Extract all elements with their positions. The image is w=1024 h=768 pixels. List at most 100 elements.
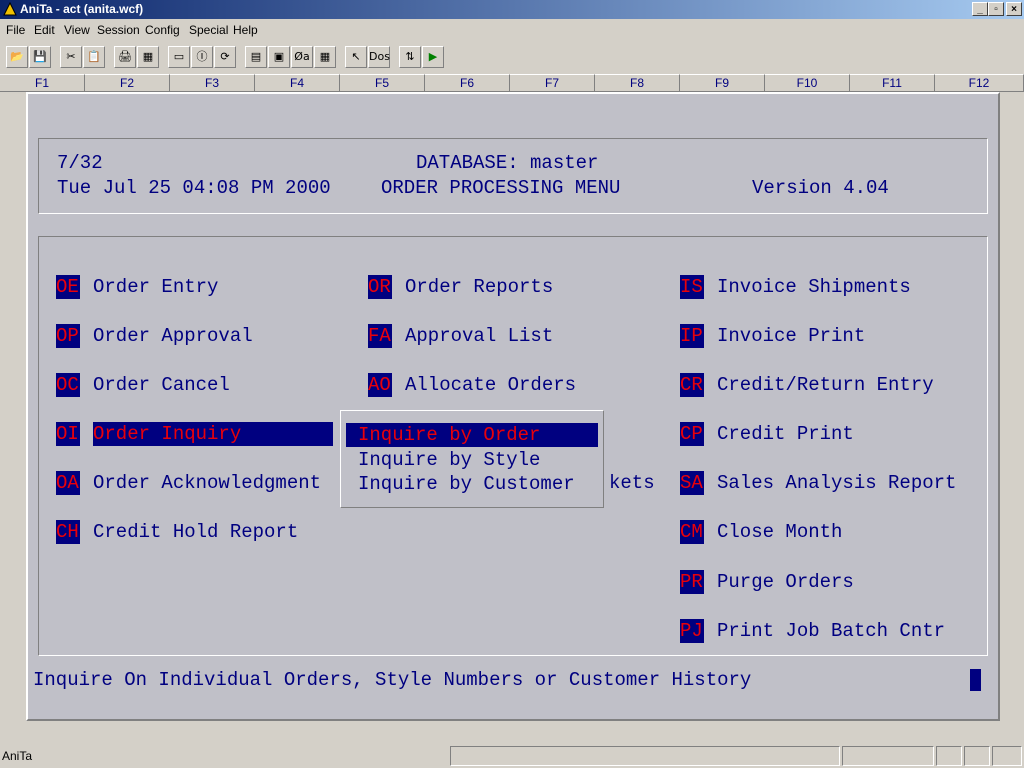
status-panel [450, 746, 840, 766]
menu-label: Order Acknowledgment [93, 472, 322, 494]
fkey-f11[interactable]: F11 [850, 74, 935, 92]
menu-label: Invoice Print [717, 325, 866, 347]
menu-label: Credit/Return Entry [717, 374, 934, 396]
menu-title: ORDER PROCESSING MENU [381, 177, 621, 199]
menu-code: OI [56, 422, 80, 446]
header-box [38, 138, 988, 214]
text-cursor [970, 669, 981, 691]
datetime: Tue Jul 25 04:08 PM 2000 [57, 177, 331, 199]
menu-bar: File Edit View Session Config Special He… [0, 19, 1024, 40]
function-key-bar: F1 F2 F3 F4 F5 F6 F7 F8 F9 F10 F11 F12 [0, 74, 1024, 92]
transfer-icon[interactable]: ⇅ [399, 46, 421, 68]
menu-code: CP [680, 422, 704, 446]
menu-label: Order Reports [405, 276, 554, 298]
toolbar: 📂 💾 ✂ 📋 🖨 ▦ ▭ Ⓘ ⟳ ▤ ▣ Øa ▦ ↖ Dos ⇅ ▶ [0, 42, 1024, 72]
menu-code: OR [368, 275, 392, 299]
menu-code: AO [368, 373, 392, 397]
status-panel [964, 746, 990, 766]
menu-code: PR [680, 570, 704, 594]
menu-special[interactable]: Special [189, 23, 228, 37]
fkey-f7[interactable]: F7 [510, 74, 595, 92]
fkey-f2[interactable]: F2 [85, 74, 170, 92]
window-icon[interactable]: ▭ [168, 46, 190, 68]
menu-label: Allocate Orders [405, 374, 577, 396]
fkey-f5[interactable]: F5 [340, 74, 425, 92]
fkey-f12[interactable]: F12 [935, 74, 1024, 92]
menu-label: Print Job Batch Cntr [717, 620, 946, 642]
menu-code: OE [56, 275, 80, 299]
paste-icon[interactable]: 📋 [83, 46, 105, 68]
menu-code: IP [680, 324, 704, 348]
dos-icon[interactable]: Dos [368, 46, 390, 68]
version-label: Version 4.04 [752, 177, 889, 199]
print-setup-icon[interactable]: ▦ [137, 46, 159, 68]
status-bar: AniTa [0, 746, 1024, 768]
keyboard-icon[interactable]: ▦ [314, 46, 336, 68]
menu-label: Order Cancel [93, 374, 230, 396]
menu-config[interactable]: Config [145, 23, 180, 37]
fkey-f6[interactable]: F6 [425, 74, 510, 92]
menu-label: Sales Analysis Report [717, 472, 957, 494]
submenu-item-inquire-by-style[interactable]: Inquire by Style [358, 448, 540, 472]
fkey-f4[interactable]: F4 [255, 74, 340, 92]
menu-session[interactable]: Session [97, 23, 140, 37]
fkey-f3[interactable]: F3 [170, 74, 255, 92]
menu-help[interactable]: Help [233, 23, 258, 37]
open-icon[interactable]: 📂 [6, 46, 28, 68]
anita-app-icon [3, 2, 17, 16]
cut-icon[interactable]: ✂ [60, 46, 82, 68]
inquiry-submenu: Inquire by Order Inquire by Style Inquir… [340, 410, 604, 508]
run-icon[interactable]: ▶ [422, 46, 444, 68]
help-pointer-icon[interactable]: ↖ [345, 46, 367, 68]
menu-edit[interactable]: Edit [34, 23, 55, 37]
menu-code: SA [680, 471, 704, 495]
menu-label: Approval List [405, 325, 554, 347]
menu-code: CR [680, 373, 704, 397]
menu-label: Credit Print [717, 423, 854, 445]
menu-label: Order Approval [93, 325, 253, 347]
menu-label: Close Month [717, 521, 843, 543]
status-panel [936, 746, 962, 766]
close-button[interactable]: × [1006, 2, 1022, 16]
menu-code: CH [56, 520, 80, 544]
refresh-icon[interactable]: ⟳ [214, 46, 236, 68]
fkey-f1[interactable]: F1 [0, 74, 85, 92]
fkey-f10[interactable]: F10 [765, 74, 850, 92]
info-icon[interactable]: Ⓘ [191, 46, 213, 68]
menu-label: Credit Hold Report [93, 521, 299, 543]
menu-code: OC [56, 373, 80, 397]
terminal-screen[interactable]: 7/32 DATABASE: master Tue Jul 25 04:08 P… [26, 92, 1000, 721]
menu-code: OP [56, 324, 80, 348]
fkey-f9[interactable]: F9 [680, 74, 765, 92]
menu-code: CM [680, 520, 704, 544]
menu-code: OA [56, 471, 80, 495]
font-icon[interactable]: Øa [291, 46, 313, 68]
menu-file[interactable]: File [6, 23, 25, 37]
menu-label: Invoice Shipments [717, 276, 911, 298]
menu-label-selected: Order Inquiry [93, 422, 333, 446]
menu-label: Order Entry [93, 276, 219, 298]
menu-code: IS [680, 275, 704, 299]
title-bar: AniTa - act (anita.wcf) _ ▫ × [0, 0, 1024, 19]
status-panel [992, 746, 1022, 766]
fkey-f8[interactable]: F8 [595, 74, 680, 92]
status-text: AniTa [2, 749, 33, 763]
database-label: DATABASE: master [416, 152, 599, 174]
screen-icon[interactable]: ▤ [245, 46, 267, 68]
print-icon[interactable]: 🖨 [114, 46, 136, 68]
menu-label-partial: kets [609, 472, 655, 494]
maximize-button[interactable]: ▫ [988, 2, 1004, 16]
help-line: Inquire On Individual Orders, Style Numb… [33, 669, 752, 691]
capture-icon[interactable]: ▣ [268, 46, 290, 68]
window-title: AniTa - act (anita.wcf) [20, 2, 144, 16]
page-indicator: 7/32 [57, 152, 103, 174]
menu-view[interactable]: View [64, 23, 90, 37]
submenu-item-inquire-by-order[interactable]: Inquire by Order [346, 423, 598, 447]
menu-label: Purge Orders [717, 571, 854, 593]
minimize-button[interactable]: _ [972, 2, 988, 16]
save-icon[interactable]: 💾 [29, 46, 51, 68]
menu-code: PJ [680, 619, 704, 643]
submenu-item-inquire-by-customer[interactable]: Inquire by Customer [358, 472, 575, 496]
status-panel [842, 746, 934, 766]
menu-code: FA [368, 324, 392, 348]
